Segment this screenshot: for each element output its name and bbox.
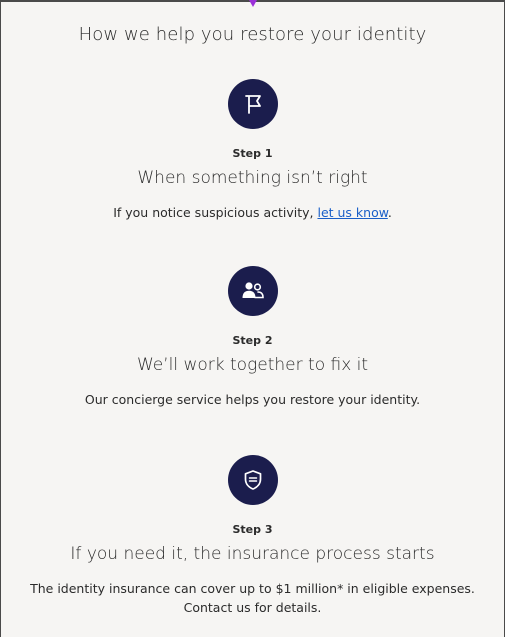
step-description-line: Contact us for details. [183,600,322,615]
step-label: Step 2 [232,334,273,347]
step-label: Step 1 [232,147,273,160]
step-heading: If you need it, the insurance process st… [70,544,435,564]
people-icon [227,266,278,316]
step-1: Step 1 When something isn’t right If you… [1,79,504,222]
step-description-line: The identity insurance can cover up to $… [30,581,475,596]
flag-icon [227,79,278,129]
pointer-marker [249,0,257,7]
step-description: The identity insurance can cover up to $… [1,579,504,617]
step-description-end: . [387,205,392,220]
page-title: How we help you restore your identity [78,24,427,45]
let-us-know-link[interactable]: let us know [317,205,387,220]
step-description: If you notice suspicious activity, let u… [1,203,504,222]
step-heading: When something isn’t right [137,168,368,188]
shield-icon [227,455,278,505]
restore-identity-panel: How we help you restore your identity St… [0,0,505,637]
step-description: Our concierge service helps you restore … [84,392,421,407]
step-heading: We’ll work together to fix it [136,355,369,375]
step-2: Step 2 We’ll work together to fix it Our… [1,266,504,409]
step-description-text: If you notice suspicious activity, [113,205,318,220]
step-label: Step 3 [232,523,273,536]
step-3: Step 3 If you need it, the insurance pro… [1,455,504,617]
